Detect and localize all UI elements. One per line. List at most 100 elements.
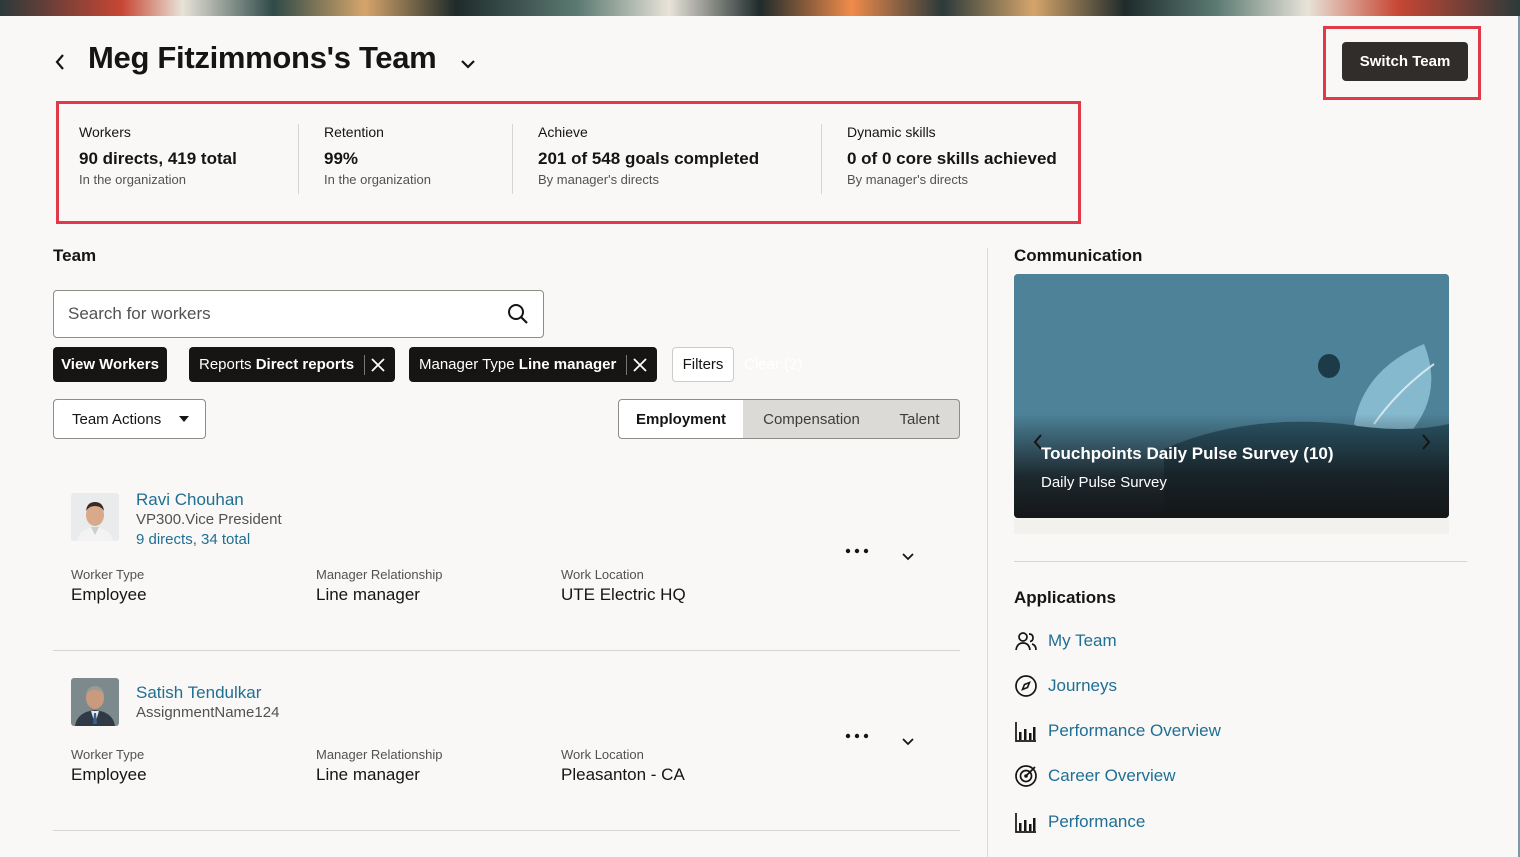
worker-type-value: Employee xyxy=(71,765,147,784)
filters-button[interactable]: Filters xyxy=(672,347,734,382)
column-divider xyxy=(987,248,988,857)
tab-employment[interactable]: Employment xyxy=(618,399,744,439)
metric-value: 0 of 0 core skills achieved xyxy=(847,149,1057,168)
bar-chart-icon xyxy=(1014,719,1038,743)
app-link-performance[interactable]: Performance xyxy=(1014,808,1145,836)
row-divider xyxy=(53,830,960,831)
manager-type-filter-chip[interactable]: Manager Type Line manager xyxy=(409,347,658,382)
row-divider xyxy=(53,650,960,651)
chip-prefix: Reports xyxy=(199,356,252,373)
tab-compensation[interactable]: Compensation xyxy=(743,399,881,439)
decorative-banner xyxy=(0,0,1520,16)
metric-achieve: Achieve 201 of 548 goals completed By ma… xyxy=(538,124,759,187)
caret-down-icon xyxy=(179,416,189,422)
search-box xyxy=(53,290,544,338)
card-title: Touchpoints Daily Pulse Survey (10) xyxy=(1041,444,1334,463)
applications-heading: Applications xyxy=(1014,588,1117,607)
work-location-label: Work Location xyxy=(561,747,644,762)
people-icon xyxy=(1014,629,1038,653)
team-dropdown-toggle[interactable] xyxy=(456,52,480,76)
app-link-my-team[interactable]: My Team xyxy=(1014,627,1117,655)
close-icon xyxy=(371,357,385,372)
clear-filters-link[interactable]: Clear (2) xyxy=(744,356,802,373)
target-icon xyxy=(1014,764,1038,788)
close-icon xyxy=(633,357,647,372)
ellipsis-icon xyxy=(845,733,869,739)
chip-label: View Workers xyxy=(61,356,159,373)
metric-retention: Retention 99% In the organization xyxy=(324,124,431,187)
page-title: Meg Fitzimmons's Team xyxy=(88,40,437,75)
search-icon[interactable] xyxy=(507,303,529,325)
compass-icon xyxy=(1014,674,1038,698)
metric-value: 201 of 548 goals completed xyxy=(538,149,760,168)
reports-filter-chip[interactable]: Reports Direct reports xyxy=(189,347,396,382)
worker-assignment: AssignmentName124 xyxy=(136,704,280,721)
metric-label: Retention xyxy=(324,124,384,140)
bar-chart-icon xyxy=(1014,810,1038,834)
expand-row-button[interactable] xyxy=(899,548,917,566)
search-input[interactable] xyxy=(68,304,507,324)
metric-label: Dynamic skills xyxy=(847,124,936,140)
metric-label: Achieve xyxy=(538,124,588,140)
team-heading: Team xyxy=(53,246,97,265)
tab-talent[interactable]: Talent xyxy=(880,399,960,439)
work-location-value: Pleasanton - CA xyxy=(561,765,685,784)
back-button[interactable] xyxy=(48,48,72,76)
remove-filter-button[interactable] xyxy=(633,357,647,372)
app-link-journeys[interactable]: Journeys xyxy=(1014,672,1117,700)
chevron-left-icon xyxy=(55,54,64,70)
worker-type-label: Worker Type xyxy=(71,567,145,582)
card-subtitle: Daily Pulse Survey xyxy=(1041,474,1167,491)
app-link-label: Journeys xyxy=(1048,676,1117,695)
avatar[interactable] xyxy=(71,493,119,541)
chip-value: Direct reports xyxy=(255,356,355,373)
remove-filter-button[interactable] xyxy=(371,357,385,372)
more-actions-button[interactable] xyxy=(845,538,869,561)
metric-value: 90 directs, 419 total xyxy=(79,149,237,168)
chip-prefix: Manager Type xyxy=(419,356,515,373)
metric-workers: Workers 90 directs, 419 total In the org… xyxy=(79,124,237,187)
team-actions-menu-button[interactable]: Team Actions xyxy=(53,399,206,439)
team-actions-label: Team Actions xyxy=(72,410,162,428)
metric-divider xyxy=(298,124,299,194)
worker-directs-link[interactable]: 9 directs, 34 total xyxy=(136,531,250,548)
section-divider xyxy=(1014,561,1467,562)
app-link-label: Performance xyxy=(1048,812,1146,831)
more-actions-button[interactable] xyxy=(845,723,869,746)
app-link-label: Performance Overview xyxy=(1048,721,1221,740)
metric-dynamic-skills: Dynamic skills 0 of 0 core skills achiev… xyxy=(847,124,1057,187)
worker-assignment: VP300.Vice President xyxy=(136,511,282,528)
metric-subtext: By manager's directs xyxy=(847,172,968,187)
metric-subtext: In the organization xyxy=(324,172,431,187)
view-workers-chip[interactable]: View Workers xyxy=(53,347,167,382)
work-location-label: Work Location xyxy=(561,567,644,582)
switch-team-button[interactable]: Switch Team xyxy=(1342,42,1468,81)
chevron-down-icon xyxy=(902,553,914,561)
chip-separator xyxy=(626,354,628,375)
worker-name-link[interactable]: Ravi Chouhan xyxy=(136,490,244,510)
ellipsis-icon xyxy=(845,548,869,554)
app-link-career-overview[interactable]: Career Overview xyxy=(1014,762,1176,790)
metric-subtext: In the organization xyxy=(79,172,186,187)
manager-relationship-value: Line manager xyxy=(316,765,420,784)
app-link-performance-overview[interactable]: Performance Overview xyxy=(1014,717,1221,745)
worker-type-label: Worker Type xyxy=(71,747,145,762)
card-footer xyxy=(1014,518,1449,534)
metric-divider xyxy=(512,124,513,194)
worker-photo xyxy=(71,678,119,726)
work-location-value: UTE Electric HQ xyxy=(561,585,686,604)
chevron-down-icon xyxy=(902,738,914,746)
metric-label: Workers xyxy=(79,124,131,140)
metric-value: 99% xyxy=(324,149,359,168)
app-link-label: Career Overview xyxy=(1048,766,1176,785)
communication-card[interactable]: Touchpoints Daily Pulse Survey (10) Dail… xyxy=(1014,274,1449,518)
carousel-next-button[interactable] xyxy=(1418,432,1434,452)
chevron-right-icon xyxy=(1422,434,1431,450)
manager-relationship-label: Manager Relationship xyxy=(316,567,443,582)
worker-type-value: Employee xyxy=(71,585,147,604)
worker-name-link[interactable]: Satish Tendulkar xyxy=(136,683,261,703)
communication-heading: Communication xyxy=(1014,246,1143,265)
app-link-label: My Team xyxy=(1048,631,1117,650)
avatar[interactable] xyxy=(71,678,119,726)
expand-row-button[interactable] xyxy=(899,733,917,751)
